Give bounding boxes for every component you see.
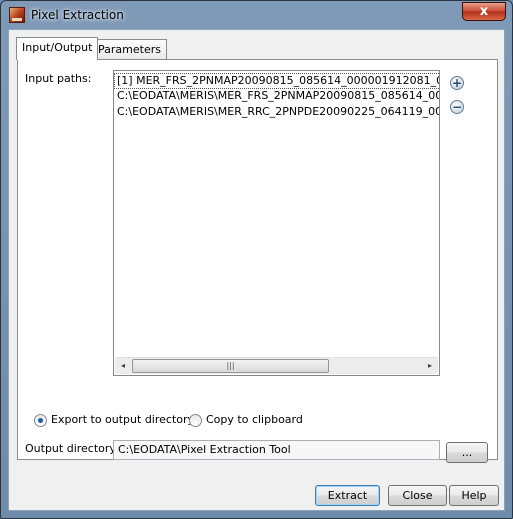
close-button-label: Close: [402, 489, 433, 502]
title-bar[interactable]: Pixel Extraction x: [1, 1, 512, 29]
browse-button[interactable]: ...: [446, 442, 488, 463]
close-icon: x: [479, 4, 489, 19]
tab-input-output[interactable]: Input/Output: [16, 37, 99, 60]
horizontal-scrollbar[interactable]: ◂ ||| ▸: [115, 357, 438, 374]
tab-parameters[interactable]: Parameters: [92, 39, 167, 59]
remove-path-button[interactable]: −: [450, 100, 464, 114]
help-button-label: Help: [461, 489, 487, 502]
minus-icon: −: [451, 100, 463, 114]
close-window-button[interactable]: x: [462, 2, 506, 21]
scroll-right-icon[interactable]: ▸: [422, 358, 438, 374]
copy-clipboard-label[interactable]: Copy to clipboard: [206, 413, 303, 426]
export-directory-radio[interactable]: [34, 414, 47, 427]
add-path-button[interactable]: +: [450, 76, 464, 90]
copy-clipboard-radio[interactable]: [189, 414, 202, 427]
plus-icon: +: [451, 76, 463, 90]
dialog-window: Pixel Extraction x Input/Output Paramete…: [0, 0, 513, 519]
scroll-left-icon[interactable]: ◂: [115, 358, 131, 374]
scroll-thumb[interactable]: |||: [132, 359, 329, 373]
input-paths-list[interactable]: [1] MER_FRS_2PNMAP20090815_085614_000001…: [113, 70, 440, 376]
input-paths-label: Input paths:: [25, 72, 92, 85]
dialog-content: Input/Output Parameters Input paths: [1]…: [8, 29, 505, 511]
extract-button-label: Extract: [327, 489, 368, 502]
app-icon: [9, 7, 25, 23]
output-directory-label: Output directory:: [25, 442, 119, 455]
window-title: Pixel Extraction: [31, 8, 124, 22]
extract-button[interactable]: Extract: [315, 485, 380, 506]
close-button[interactable]: Close: [388, 485, 447, 506]
export-directory-label[interactable]: Export to output directory: [51, 413, 194, 426]
list-item[interactable]: C:\EODATA\MERIS\MER_RRC_2PNPDE20090225_0…: [115, 105, 439, 119]
list-item[interactable]: [1] MER_FRS_2PNMAP20090815_085614_000001…: [114, 73, 439, 89]
output-directory-field[interactable]: C:\EODATA\Pixel Extraction Tool: [113, 440, 440, 460]
list-item[interactable]: C:\EODATA\MERIS\MER_FRS_2PNMAP20090815_0…: [115, 89, 439, 103]
help-button[interactable]: Help: [449, 485, 499, 506]
